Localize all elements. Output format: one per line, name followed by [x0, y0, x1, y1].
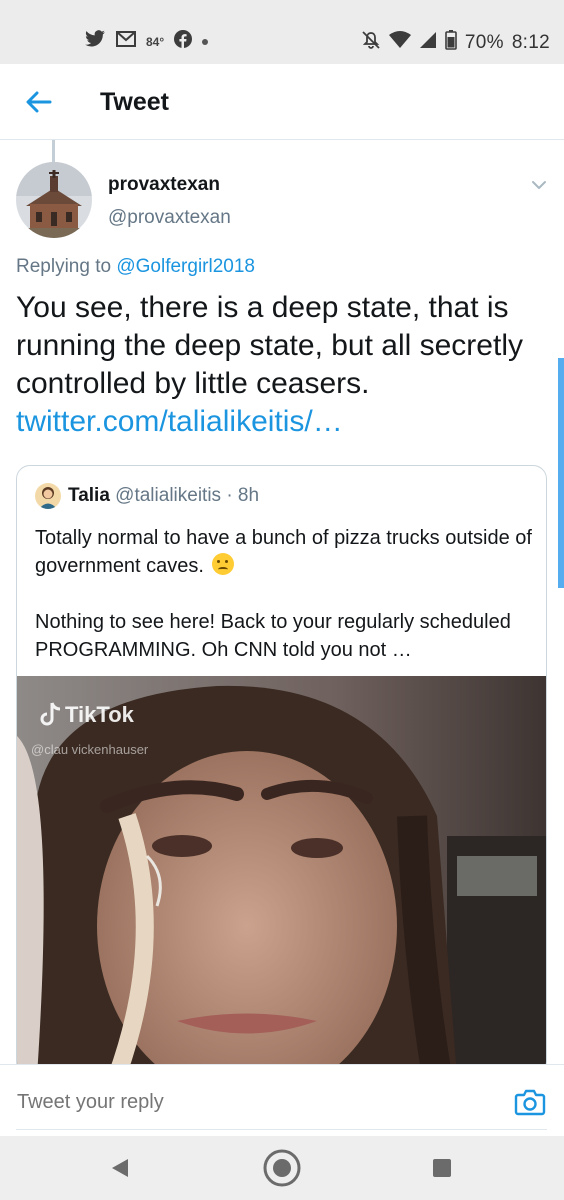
quoted-text: Totally normal to have a bunch of pizza … [35, 524, 535, 664]
tweet-menu-button[interactable] [528, 176, 550, 194]
quoted-time: · 8h [226, 485, 260, 506]
clock: 8:12 [511, 31, 550, 53]
woozy-face-icon [211, 553, 234, 575]
tiktok-username: @clau vickenhauser [31, 742, 149, 757]
home-circle-icon [263, 1149, 301, 1187]
dot-icon [202, 38, 209, 45]
twitter-icon [84, 30, 106, 53]
tweet-text: You see, there is a deep state, that is … [16, 291, 523, 400]
tiktok-label: TikTok [65, 702, 134, 727]
video-thumbnail[interactable]: TikTok @clau vickenhauser [17, 676, 546, 1074]
status-system: 70% 8:12 [361, 30, 550, 55]
quoted-paragraph-2: Nothing to see here! Back to your regula… [35, 611, 511, 661]
tweet-body: You see, there is a deep state, that is … [16, 289, 551, 441]
camera-icon [514, 1089, 546, 1116]
chevron-down-icon [532, 181, 546, 189]
reply-input[interactable] [17, 1091, 417, 1114]
quoted-handle: @talialikeitis [115, 485, 222, 506]
replying-prefix: Replying to [16, 256, 112, 277]
back-triangle-icon [112, 1159, 128, 1177]
status-bar: 84° 70% 8:12 [0, 0, 564, 64]
gmail-icon [116, 31, 136, 52]
recents-square-icon [433, 1159, 451, 1177]
avatar[interactable] [16, 162, 92, 238]
battery-percent: 70% [464, 31, 504, 53]
camera-button[interactable] [514, 1087, 546, 1117]
replying-to: Replying to @Golfergirl2018 [16, 256, 255, 278]
nav-recents-button[interactable] [432, 1158, 452, 1178]
tweet-link[interactable]: twitter.com/talialikeitis/… [16, 403, 551, 441]
reply-divider [16, 1129, 547, 1130]
nav-back-button[interactable] [108, 1156, 132, 1180]
video-frame [17, 676, 546, 1074]
quoted-avatar [35, 483, 61, 509]
quoted-tweet-card[interactable]: Talia @talialikeitis · 8h Totally normal… [16, 465, 547, 1075]
thread-connector-line [52, 140, 55, 162]
status-notifications: 84° [84, 30, 209, 53]
quoted-paragraph-1: Totally normal to have a bunch of pizza … [35, 527, 532, 577]
signal-icon [419, 31, 437, 54]
page-title: Tweet [100, 88, 169, 116]
temperature: 84° [146, 34, 165, 49]
reply-bar [0, 1064, 564, 1136]
quoted-display-name: Talia [68, 485, 110, 506]
facebook-icon [174, 30, 193, 53]
battery-icon [445, 30, 457, 55]
nav-home-button[interactable] [262, 1148, 302, 1188]
app-bar: Tweet [0, 64, 564, 140]
replying-mention[interactable]: @Golfergirl2018 [116, 256, 255, 277]
author-handle[interactable]: @provaxtexan [108, 207, 231, 229]
back-button[interactable] [22, 88, 56, 116]
scrollbar[interactable] [558, 358, 564, 588]
navigation-bar [0, 1136, 564, 1200]
quoted-header: Talia @talialikeitis · 8h [68, 485, 259, 507]
tiktok-icon [40, 702, 61, 726]
tiktok-watermark: TikTok [39, 702, 134, 728]
arrow-left-icon [26, 91, 52, 113]
mute-icon [361, 30, 381, 55]
author-display-name[interactable]: provaxtexan [108, 174, 220, 196]
wifi-icon [388, 31, 411, 54]
